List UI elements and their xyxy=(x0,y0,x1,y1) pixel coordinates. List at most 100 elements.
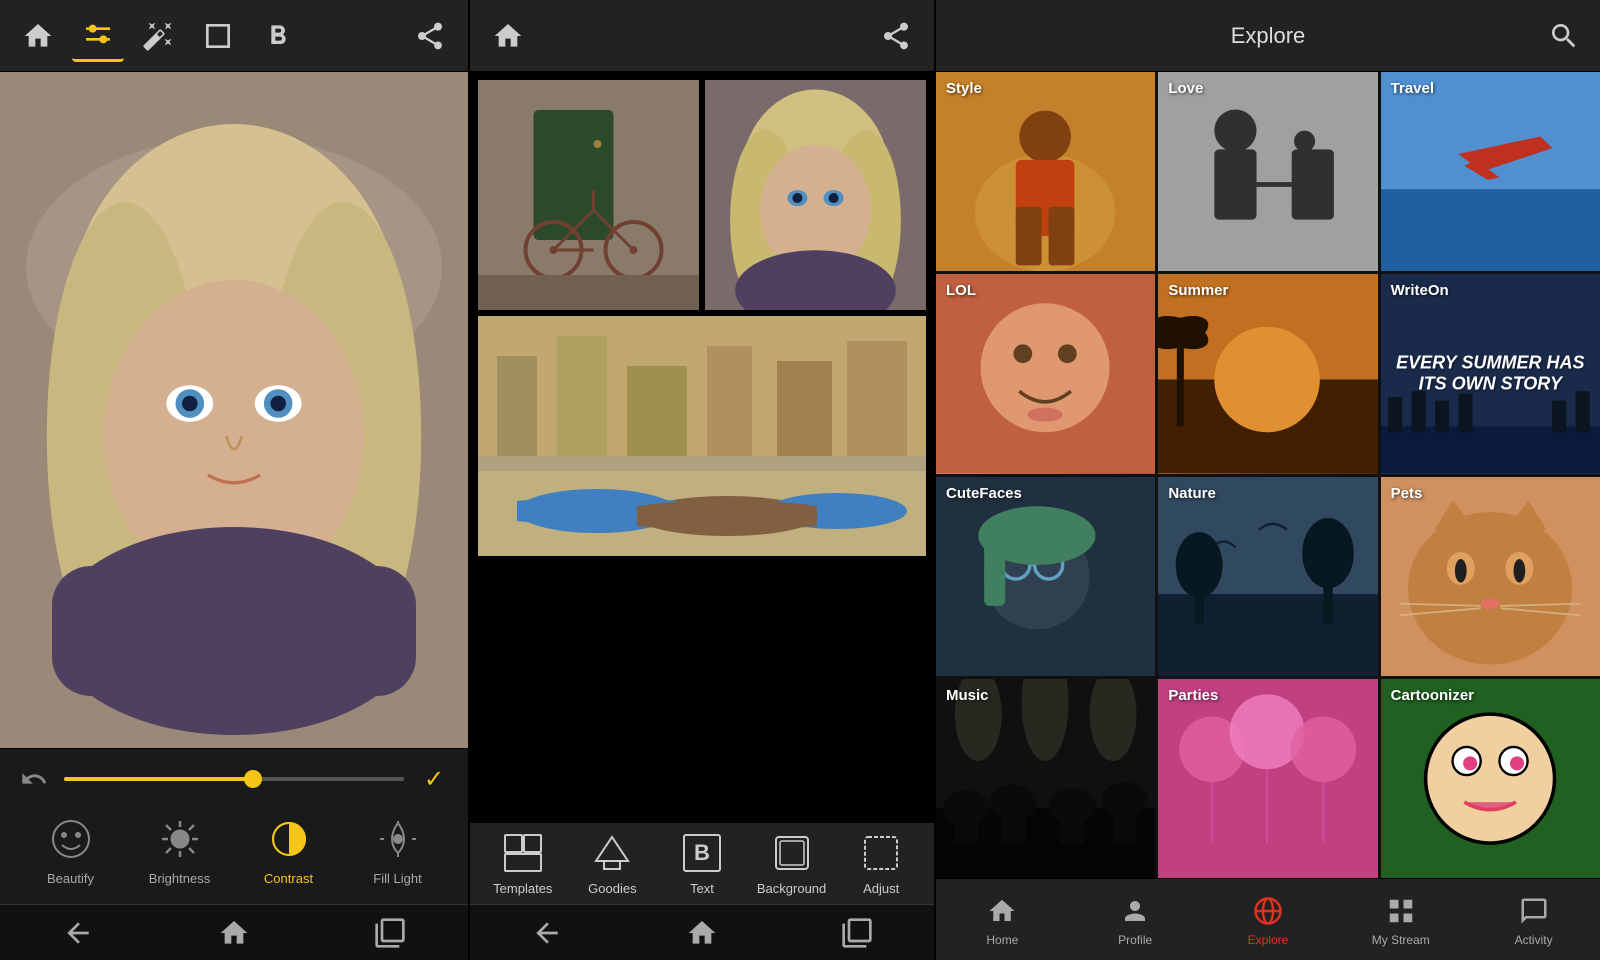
lol-bg xyxy=(936,274,1155,473)
background-tool[interactable]: Background xyxy=(756,831,828,896)
tool-brightness[interactable]: Brightness xyxy=(140,807,220,892)
text-tool[interactable]: B Text xyxy=(666,831,738,896)
editor-nav-bar xyxy=(0,904,468,960)
contrast-label: Contrast xyxy=(264,871,313,886)
love-label: Love xyxy=(1168,80,1203,97)
explore-cell-style[interactable]: Style xyxy=(936,72,1155,271)
editor-toolbar xyxy=(0,0,468,72)
nav-explore[interactable]: Explore xyxy=(1232,893,1304,947)
fill-light-icon xyxy=(372,813,424,865)
explore-cell-lol[interactable]: LOL xyxy=(936,274,1155,473)
music-label: Music xyxy=(946,687,989,704)
nav-home[interactable]: Home xyxy=(966,893,1038,947)
explore-grid: Style Love xyxy=(936,72,1600,878)
contrast-slider[interactable] xyxy=(64,777,404,781)
explore-cell-pets[interactable]: Pets xyxy=(1381,477,1600,676)
tools-row: Beautify Brightness xyxy=(16,807,452,892)
frame-button[interactable] xyxy=(192,10,244,62)
search-icon[interactable] xyxy=(1548,20,1580,52)
collage-display xyxy=(470,72,934,822)
summer-bg xyxy=(1158,274,1377,473)
collage-panel: Templates Goodies B Text xyxy=(468,0,936,960)
explore-nav-icon xyxy=(1250,893,1286,929)
share-button[interactable] xyxy=(404,10,456,62)
tool-contrast[interactable]: Contrast xyxy=(249,807,329,892)
mystream-nav-label: My Stream xyxy=(1372,933,1430,947)
home-nav-button[interactable] xyxy=(208,907,260,959)
beautify-icon xyxy=(45,813,97,865)
lol-label: LOL xyxy=(946,282,976,299)
explore-cell-nature[interactable]: Nature xyxy=(1158,477,1377,676)
travel-label: Travel xyxy=(1391,80,1434,97)
tool-beautify[interactable]: Beautify xyxy=(31,807,111,892)
brightness-label: Brightness xyxy=(149,871,210,886)
cartoonizer-bg xyxy=(1381,679,1600,878)
cartoonizer-label: Cartoonizer xyxy=(1391,687,1474,704)
explore-cell-music[interactable]: Music xyxy=(936,679,1155,878)
collage-home-nav-button[interactable] xyxy=(676,907,728,959)
collage-cell-portrait[interactable] xyxy=(705,80,926,310)
photo-display xyxy=(0,72,468,748)
slider-thumb[interactable] xyxy=(244,770,262,788)
style-label: Style xyxy=(946,80,982,97)
nav-profile[interactable]: Profile xyxy=(1099,893,1171,947)
back-button[interactable] xyxy=(52,907,104,959)
background-label: Background xyxy=(757,881,826,896)
mystream-nav-icon xyxy=(1383,893,1419,929)
music-bg xyxy=(936,679,1155,878)
profile-nav-icon xyxy=(1117,893,1153,929)
explore-header: Explore xyxy=(936,0,1600,72)
explore-panel: Explore Style xyxy=(936,0,1600,960)
collage-home-button[interactable] xyxy=(482,10,534,62)
explore-cell-love[interactable]: Love xyxy=(1158,72,1377,271)
templates-icon xyxy=(501,831,545,875)
home-nav-label: Home xyxy=(986,933,1018,947)
profile-nav-label: Profile xyxy=(1118,933,1152,947)
collage-bottom-toolbar: Templates Goodies B Text xyxy=(470,822,934,904)
collage-top-row xyxy=(478,80,926,310)
collage-back-button[interactable] xyxy=(521,907,573,959)
collage-share-button[interactable] xyxy=(870,10,922,62)
svg-text:B: B xyxy=(694,840,710,865)
pets-bg xyxy=(1381,477,1600,676)
home-button[interactable] xyxy=(12,10,64,62)
collage-cell-boats[interactable] xyxy=(478,316,926,556)
explore-title: Explore xyxy=(1231,23,1306,49)
explore-cell-writeon[interactable]: WriteOn EVERY SUMMER HAS ITS OWN STORY xyxy=(1381,274,1600,473)
style-bg xyxy=(936,72,1155,271)
explore-cell-summer[interactable]: Summer xyxy=(1158,274,1377,473)
parties-label: Parties xyxy=(1168,687,1218,704)
writeon-label: WriteOn xyxy=(1391,282,1449,299)
home-nav-icon xyxy=(984,893,1020,929)
explore-cell-cutefaces[interactable]: CuteFaces xyxy=(936,477,1155,676)
recents-button[interactable] xyxy=(364,907,416,959)
nav-activity[interactable]: Activity xyxy=(1498,893,1570,947)
tool-fill-light[interactable]: Fill Light xyxy=(358,807,438,892)
nav-mystream[interactable]: My Stream xyxy=(1365,893,1437,947)
pets-label: Pets xyxy=(1391,485,1423,502)
explore-cell-cartoonizer[interactable]: Cartoonizer xyxy=(1381,679,1600,878)
magic-wand-button[interactable] xyxy=(132,10,184,62)
cutefaces-bg xyxy=(936,477,1155,676)
nature-bg xyxy=(1158,477,1377,676)
adjust-tool[interactable]: Adjust xyxy=(845,831,917,896)
travel-bg xyxy=(1381,72,1600,271)
parties-bg xyxy=(1158,679,1377,878)
collage-recents-button[interactable] xyxy=(831,907,883,959)
confirm-button[interactable]: ✓ xyxy=(416,761,452,797)
text-label: Text xyxy=(690,881,714,896)
nature-label: Nature xyxy=(1168,485,1216,502)
collage-cell-bike[interactable] xyxy=(478,80,699,310)
templates-tool[interactable]: Templates xyxy=(487,831,559,896)
collage-toolbar xyxy=(470,0,934,72)
adjust-button[interactable] xyxy=(72,10,124,62)
slider-row: ✓ xyxy=(16,761,452,797)
explore-cell-parties[interactable]: Parties xyxy=(1158,679,1377,878)
collage-bottom-row xyxy=(478,316,926,556)
goodies-tool[interactable]: Goodies xyxy=(576,831,648,896)
activity-nav-icon xyxy=(1516,893,1552,929)
explore-cell-travel[interactable]: Travel xyxy=(1381,72,1600,271)
goodies-label: Goodies xyxy=(588,881,636,896)
bold-button[interactable] xyxy=(252,10,304,62)
undo-button[interactable] xyxy=(16,761,52,797)
